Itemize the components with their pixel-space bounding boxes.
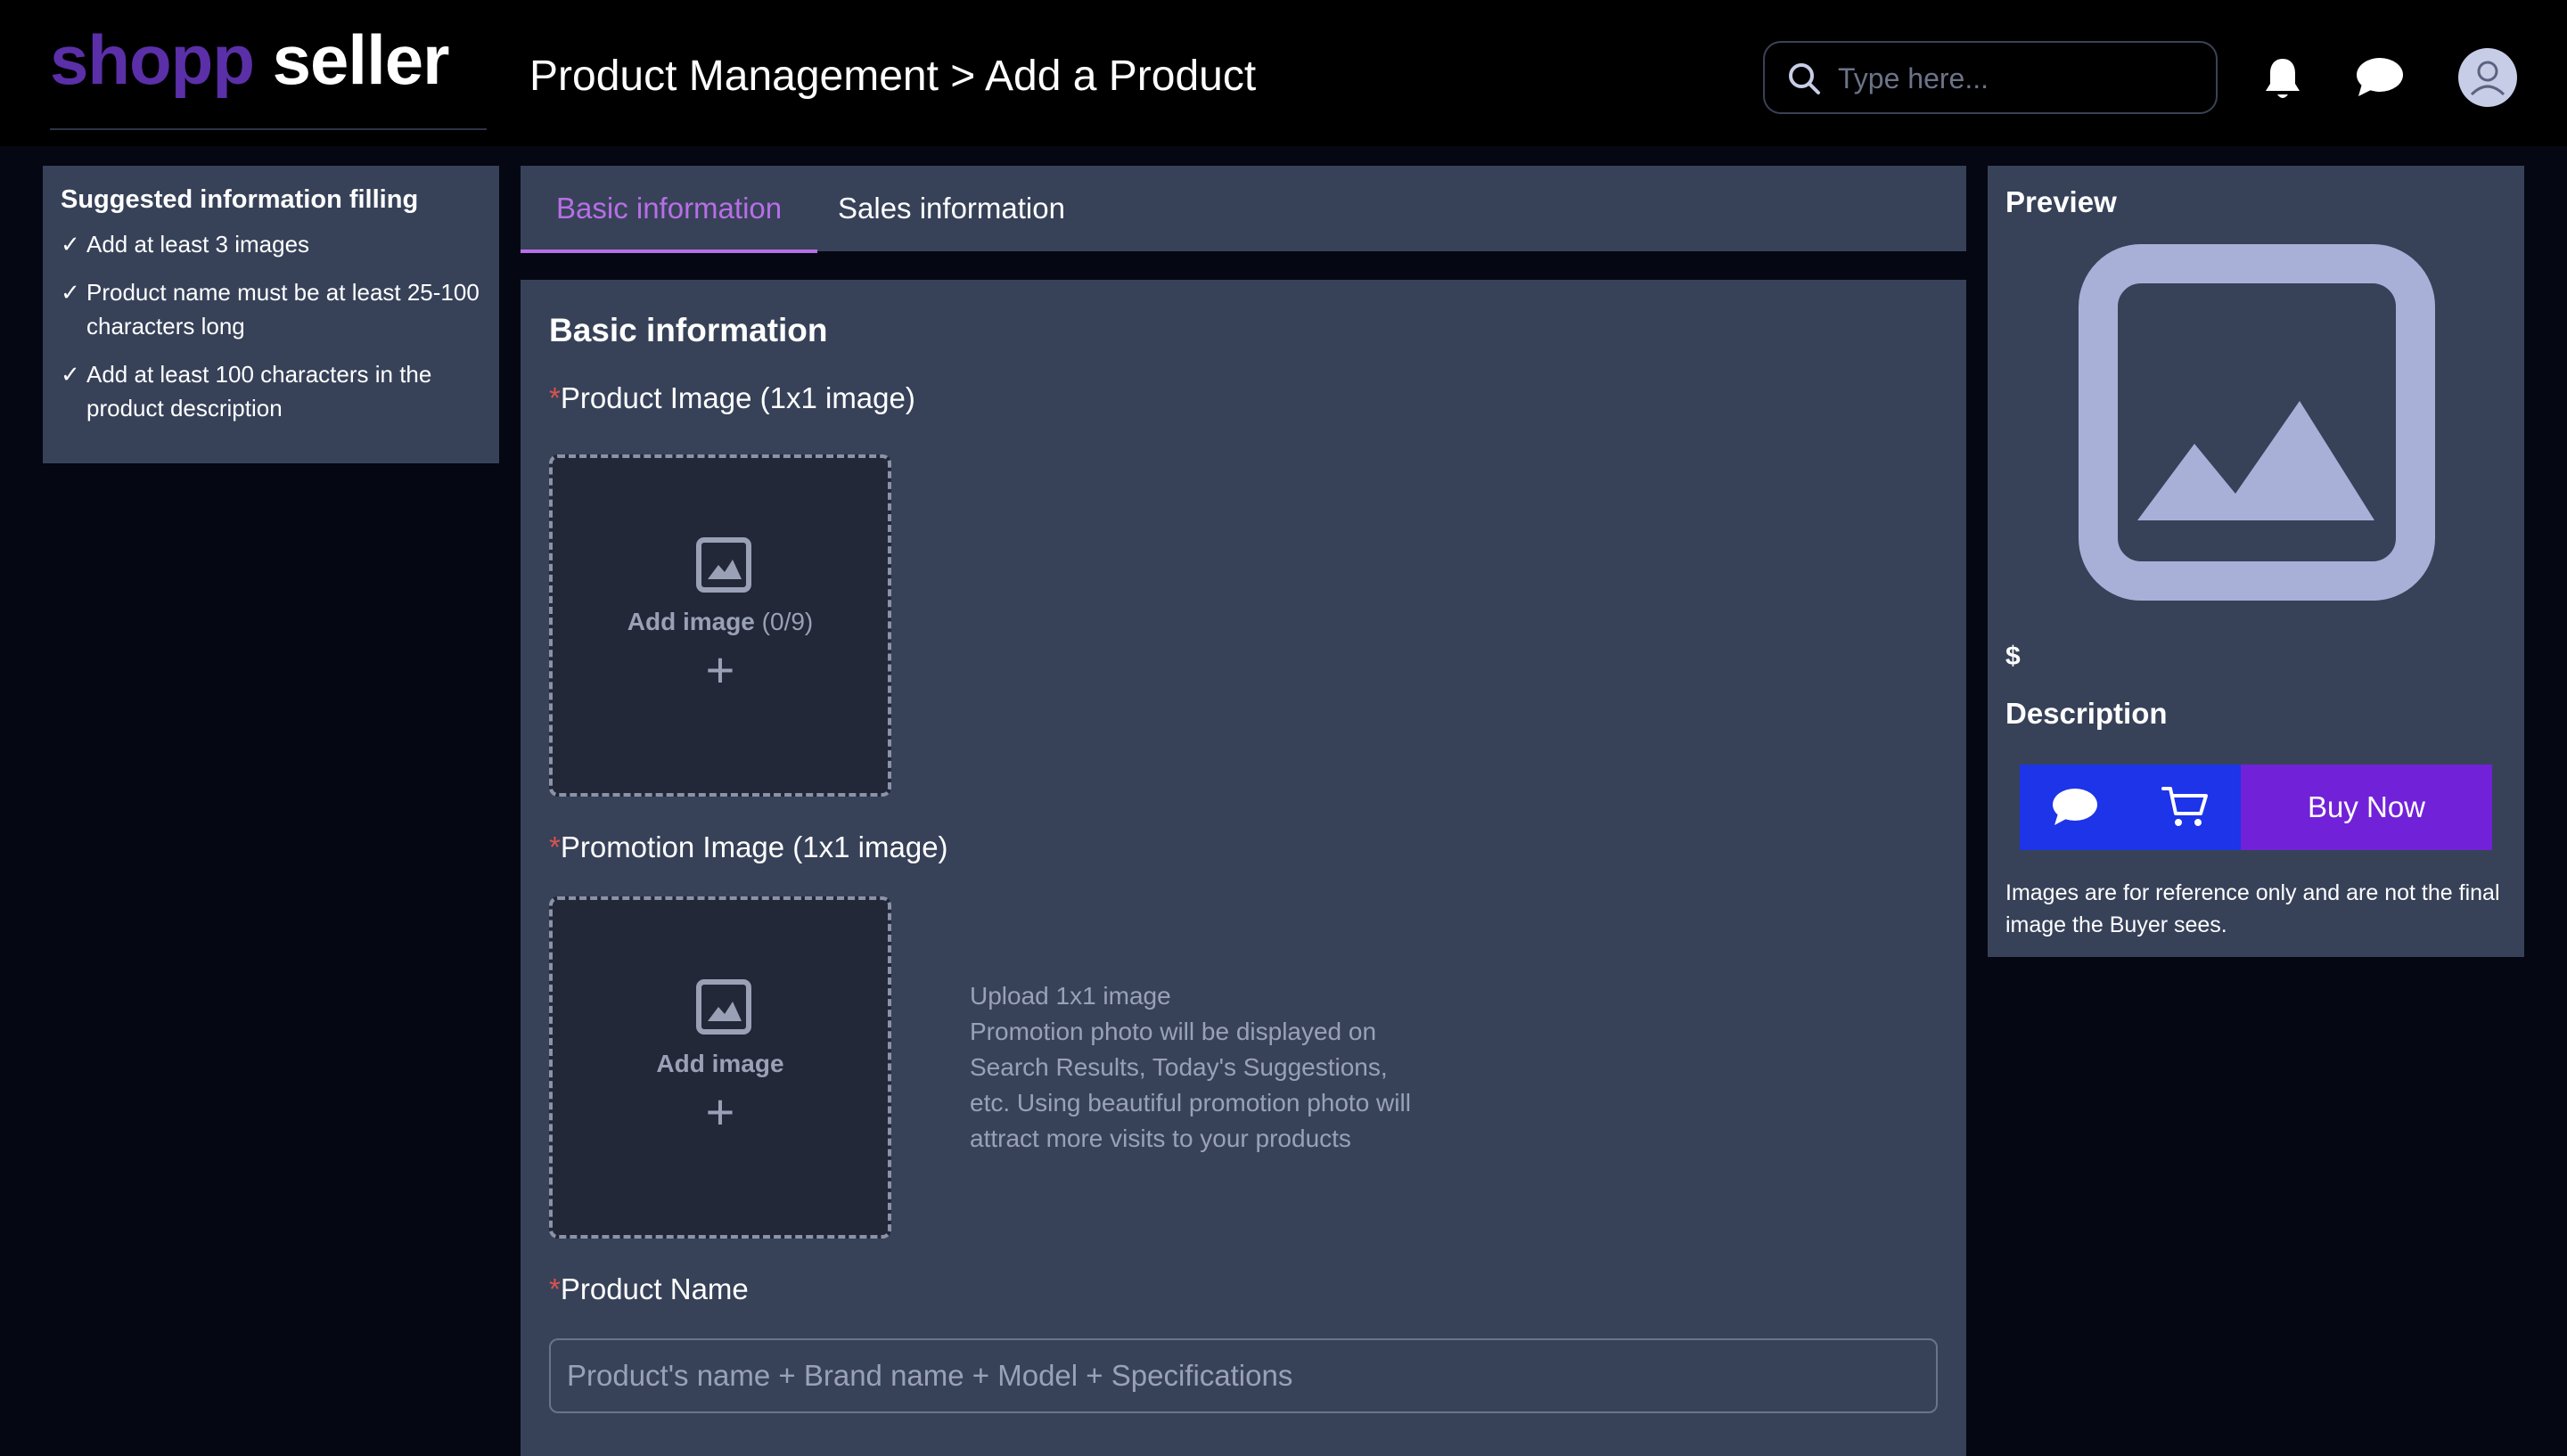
product-name-label-text: Product Name <box>560 1272 749 1305</box>
logo-divider <box>50 128 487 130</box>
required-marker: * <box>549 1272 561 1305</box>
plus-icon: + <box>705 642 735 698</box>
user-icon <box>2470 61 2505 96</box>
basic-information-form: Basic information *Product Image (1x1 im… <box>521 280 1966 1456</box>
suggestion-item: ✓ Add at least 3 images <box>61 227 481 261</box>
required-marker: * <box>549 381 561 414</box>
preview-price: $ <box>2005 642 2021 671</box>
add-image-label: Add image <box>656 1050 784 1077</box>
check-icon: ✓ <box>61 279 80 306</box>
placeholder-image-icon <box>2079 244 2435 601</box>
search-box[interactable] <box>1763 41 2218 114</box>
chat-icon <box>2053 789 2097 825</box>
image-count: (0/9) <box>761 608 814 635</box>
tab-sales-information[interactable]: Sales information <box>838 166 1101 251</box>
preview-title: Preview <box>2005 185 2117 218</box>
product-name-label: *Product Name <box>549 1272 749 1306</box>
preview-disclaimer: Images are for reference only and are no… <box>2005 880 2500 937</box>
breadcrumb-title: Product Management > Add a Product <box>529 53 1257 100</box>
promotion-image-label: *Promotion Image (1x1 image) <box>549 830 948 864</box>
check-icon: ✓ <box>61 231 80 258</box>
form-tabs: Basic information Sales information <box>521 166 1966 253</box>
brand-logo[interactable]: shopp seller <box>50 20 450 101</box>
preview-chat-button[interactable] <box>2020 765 2130 850</box>
add-image-text: Add image <box>627 608 755 635</box>
preview-description-label: Description <box>2005 697 2168 730</box>
image-icon <box>696 979 751 1035</box>
section-title: Basic information <box>549 312 828 348</box>
buy-now-button[interactable]: Buy Now <box>2241 765 2492 850</box>
user-avatar[interactable] <box>2458 48 2517 107</box>
suggestion-text: Product name must be at least 25-100 cha… <box>86 279 480 339</box>
product-image-upload[interactable]: Add image (0/9) + <box>549 454 891 797</box>
product-image-label-text: Product Image (1x1 image) <box>560 381 915 414</box>
product-name-input[interactable] <box>549 1338 1938 1413</box>
bell-icon[interactable] <box>2262 55 2303 102</box>
product-image-label: *Product Image (1x1 image) <box>549 381 915 415</box>
suggestion-item: ✓ Add at least 100 characters in the pro… <box>61 357 481 425</box>
suggestions-panel: Suggested information filling ✓ Add at l… <box>43 166 499 463</box>
preview-cart-button[interactable] <box>2130 765 2241 850</box>
required-marker: * <box>549 830 561 863</box>
preview-action-bar: Buy Now <box>2020 765 2492 850</box>
plus-icon: + <box>705 1084 735 1140</box>
suggestion-text: Add at least 3 images <box>86 231 310 258</box>
promotion-image-label-text: Promotion Image (1x1 image) <box>560 830 948 863</box>
brand-logo-seller: seller <box>272 20 450 99</box>
suggestion-item: ✓ Product name must be at least 25-100 c… <box>61 275 481 343</box>
tab-basic-information[interactable]: Basic information <box>521 166 818 253</box>
suggestions-title: Suggested information filling <box>61 185 419 214</box>
promotion-hint-title: Upload 1x1 image <box>970 982 1171 1010</box>
preview-panel: Preview $ Description Buy Now Images are… <box>1988 166 2524 957</box>
suggestion-text: Add at least 100 characters in the produ… <box>86 361 432 421</box>
promotion-image-upload[interactable]: Add image + <box>549 896 891 1239</box>
top-header: shopp seller Product Management > Add a … <box>0 0 2567 146</box>
search-input[interactable] <box>1838 53 2203 103</box>
image-icon <box>696 537 751 593</box>
chat-icon[interactable] <box>2355 55 2405 100</box>
search-icon <box>1789 63 1820 94</box>
cart-icon <box>2161 787 2208 826</box>
check-icon: ✓ <box>61 361 80 388</box>
promotion-hint-body: Promotion photo will be displayed on Sea… <box>970 1018 1411 1152</box>
add-image-label: Add image (0/9) <box>553 608 888 636</box>
brand-logo-shopp: shopp <box>50 20 255 99</box>
promotion-image-hint: Upload 1x1 image Promotion photo will be… <box>970 978 1433 1157</box>
